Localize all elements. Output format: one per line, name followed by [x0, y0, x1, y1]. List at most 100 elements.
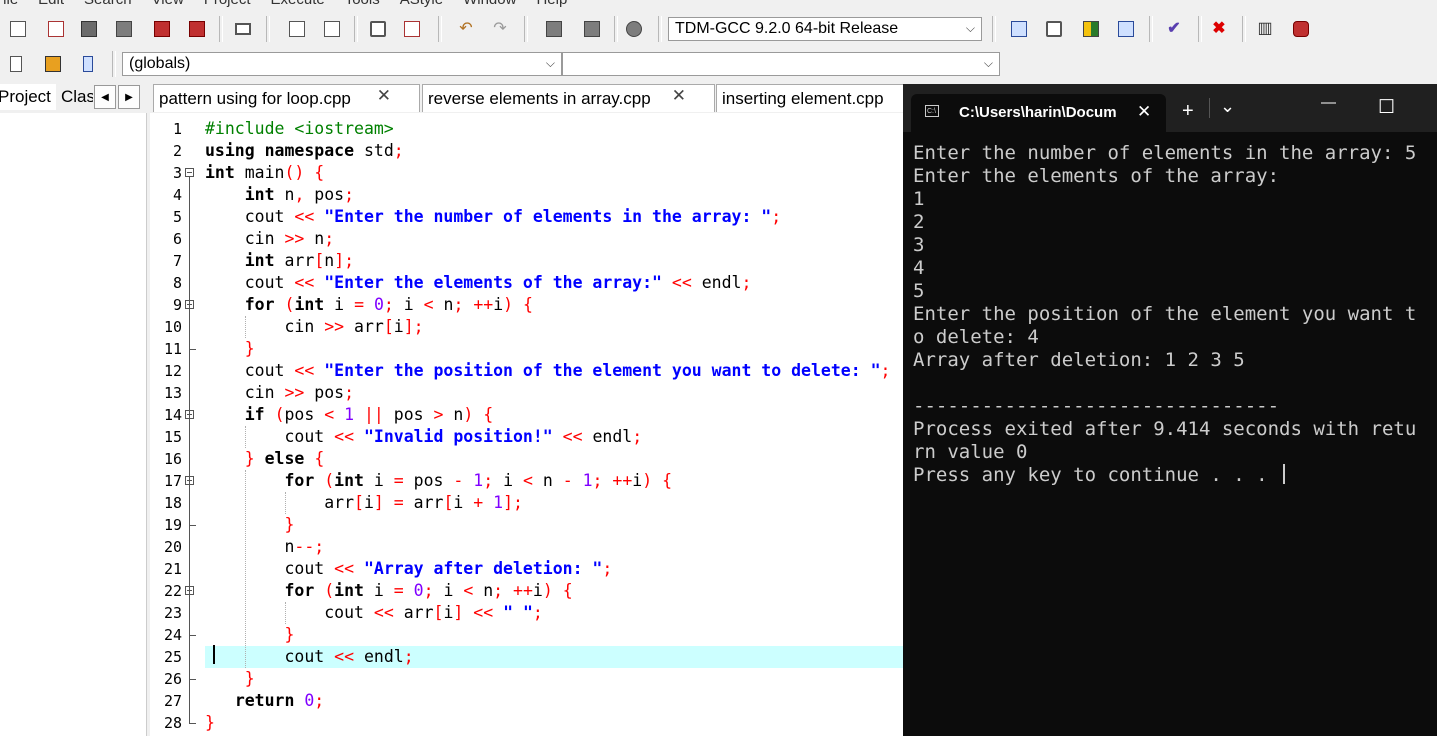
console-line: 4 [913, 257, 1433, 280]
file-tab-inserting[interactable]: inserting element.cpp [716, 84, 916, 112]
line-number: 13 [163, 384, 182, 402]
member-select[interactable]: ⌵ [562, 52, 1000, 76]
menu-item[interactable]: Execute [271, 0, 325, 8]
console-window[interactable]: C:\ C:\Users\harin\Docum ✕ + ⌄ — ☐ Enter… [903, 84, 1437, 736]
scope-select[interactable]: (globals) ⌵ [122, 52, 562, 76]
code-line[interactable]: using namespace std; [205, 140, 910, 162]
replace-icon[interactable] [320, 18, 344, 40]
code-line[interactable]: for (int i = pos - 1; i < n - 1; ++i) { [205, 470, 910, 492]
code-line[interactable]: } [205, 338, 910, 360]
file-tab-pattern[interactable]: pattern using for loop.cpp ✕ [153, 84, 420, 112]
open-icon[interactable] [44, 18, 68, 40]
close-icon[interactable]: ✕ [377, 86, 391, 106]
code-line[interactable]: } [205, 624, 910, 646]
save-all-icon[interactable] [112, 18, 136, 40]
new-tab-icon[interactable]: + [1182, 100, 1194, 123]
bookmark-icon[interactable] [41, 53, 65, 75]
goto-icon[interactable] [4, 53, 28, 75]
debug-icon[interactable] [1289, 18, 1313, 40]
menu-item[interactable]: Window [463, 0, 516, 8]
line-number: 22 [163, 582, 182, 600]
code-line[interactable]: cout << "Enter the elements of the array… [205, 272, 910, 294]
undo-icon[interactable]: ↶ [454, 18, 478, 40]
new-file-icon[interactable] [6, 18, 30, 40]
insert-icon[interactable] [76, 53, 100, 75]
code-line[interactable]: cin >> pos; [205, 382, 910, 404]
menu-item[interactable]: View [152, 0, 184, 8]
code-line[interactable]: for (int i = 0; i < n; ++i) { [205, 580, 910, 602]
code-editor[interactable]: 1 2 3 4 5 6 7 8 9 10 11 12 13 14 15 16 17 18 19 20 21 22 23 24 2… [150, 113, 910, 736]
code-line-active[interactable]: cout << endl; [205, 646, 910, 668]
code-line[interactable]: cout << "Enter the position of the eleme… [205, 360, 910, 382]
toggle-comment-icon[interactable] [622, 18, 646, 40]
profile-icon[interactable]: ▥ [1253, 18, 1277, 40]
run-icon[interactable] [1042, 18, 1066, 40]
rebuild-icon[interactable] [1114, 18, 1138, 40]
compiler-select[interactable]: TDM-GCC 9.2.0 64-bit Release ⌵ [668, 17, 982, 41]
chevron-down-icon[interactable]: ⌄ [1220, 96, 1235, 117]
code-line[interactable]: cin >> n; [205, 228, 910, 250]
fold-toggle[interactable] [185, 168, 194, 177]
code-line[interactable]: #include <iostream> [205, 118, 910, 140]
close-all-icon[interactable] [185, 18, 209, 40]
minimize-icon[interactable]: — [1321, 94, 1336, 111]
close-icon[interactable]: ✕ [1137, 102, 1151, 122]
close-icon[interactable]: ✕ [672, 86, 686, 106]
menu-item[interactable]: AStyle [400, 0, 443, 8]
compile-run-icon[interactable] [1079, 18, 1103, 40]
console-line: 2 [913, 211, 1433, 234]
indent-guide [245, 470, 246, 668]
back-icon[interactable] [542, 18, 566, 40]
indent-guide [245, 316, 246, 338]
code-line[interactable]: for (int i = 0; i < n; ++i) { [205, 294, 910, 316]
redo-icon[interactable]: ↷ [488, 18, 512, 40]
menu-item[interactable]: File [0, 0, 18, 8]
code-line[interactable]: } [205, 668, 910, 690]
chevron-right-icon[interactable]: ▶ [118, 85, 140, 109]
indent-icon[interactable] [366, 18, 390, 40]
code-line[interactable]: cout << "Enter the number of elements in… [205, 206, 910, 228]
code-line[interactable]: cout << "Invalid position!" << endl; [205, 426, 910, 448]
close-file-icon[interactable] [150, 18, 174, 40]
code-line[interactable]: cin >> arr[i]; [205, 316, 910, 338]
unindent-icon[interactable] [400, 18, 424, 40]
terminal-icon: C:\ [925, 105, 939, 117]
code-line[interactable]: int arr[n]; [205, 250, 910, 272]
code-line[interactable]: int n, pos; [205, 184, 910, 206]
code-line[interactable]: int main() { [205, 162, 910, 184]
maximize-icon[interactable]: ☐ [1378, 96, 1395, 119]
tab-classes[interactable]: Clas [61, 84, 93, 110]
code-line[interactable]: } [205, 712, 910, 734]
stop-icon[interactable]: ✖ [1207, 18, 1231, 40]
save-icon[interactable] [77, 18, 101, 40]
line-number: 11 [163, 340, 182, 358]
menu-item[interactable]: Tools [345, 0, 380, 8]
print-icon[interactable] [231, 18, 255, 40]
code-line[interactable]: n--; [205, 536, 910, 558]
menu-bar: File Edit Search View Project Execute Tools ASt… [0, 0, 1437, 9]
console-output: Enter the number of elements in the arra… [913, 142, 1433, 487]
console-line: rn value 0 [913, 441, 1433, 464]
menu-item[interactable]: Search [84, 0, 132, 8]
compile-icon[interactable] [1007, 18, 1031, 40]
syntax-check-icon[interactable]: ✔ [1162, 18, 1186, 40]
file-tab-reverse[interactable]: reverse elements in array.cpp ✕ [422, 84, 715, 112]
console-line-text: Enter the elements of the array: [913, 165, 1280, 187]
fold-end [189, 723, 196, 724]
code-line[interactable]: } else { [205, 448, 910, 470]
tab-project[interactable]: Project [0, 84, 56, 110]
menu-item[interactable]: Edit [38, 0, 64, 8]
secondary-toolbar: (globals) ⌵ ⌵ [0, 47, 1437, 81]
code-line[interactable]: cout << arr[i] << " "; [205, 602, 910, 624]
code-line[interactable]: cout << "Array after deletion: "; [205, 558, 910, 580]
forward-icon[interactable] [580, 18, 604, 40]
code-line[interactable]: arr[i] = arr[i + 1]; [205, 492, 910, 514]
code-line[interactable]: if (pos < 1 || pos > n) { [205, 404, 910, 426]
code-line[interactable]: return 0; [205, 690, 910, 712]
code-line[interactable]: } [205, 514, 910, 536]
console-tab[interactable]: C:\ C:\Users\harin\Docum ✕ [911, 94, 1166, 132]
menu-item[interactable]: Project [204, 0, 251, 8]
find-icon[interactable] [285, 18, 309, 40]
chevron-left-icon[interactable]: ◀ [94, 85, 116, 109]
menu-item[interactable]: Help [536, 0, 567, 8]
